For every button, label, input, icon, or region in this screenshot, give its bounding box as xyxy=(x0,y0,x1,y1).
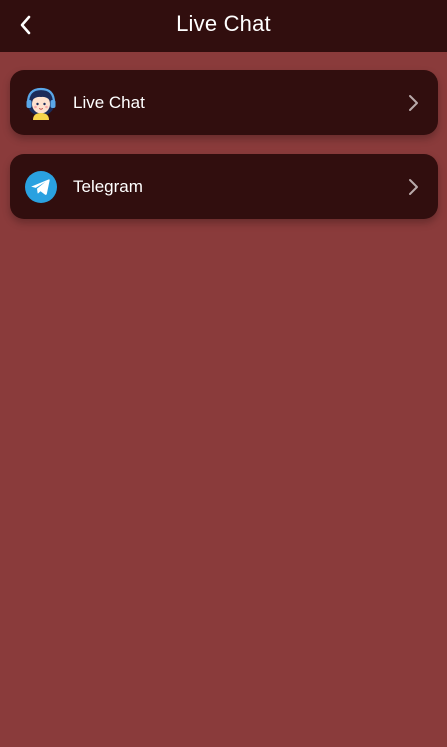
chevron-right-icon xyxy=(409,95,418,111)
live-chat-label: Live Chat xyxy=(73,93,145,112)
telegram-icon xyxy=(25,171,57,203)
page-title: Live Chat xyxy=(176,11,271,36)
telegram-label: Telegram xyxy=(73,177,143,196)
chevron-right-icon xyxy=(409,179,418,195)
top-bar: Live Chat xyxy=(0,0,447,52)
contact-options-list: Live Chat Telegram xyxy=(10,70,438,238)
telegram-item[interactable]: Telegram xyxy=(10,154,438,219)
support-agent-icon xyxy=(26,87,56,120)
live-chat-item[interactable]: Live Chat xyxy=(10,70,438,135)
